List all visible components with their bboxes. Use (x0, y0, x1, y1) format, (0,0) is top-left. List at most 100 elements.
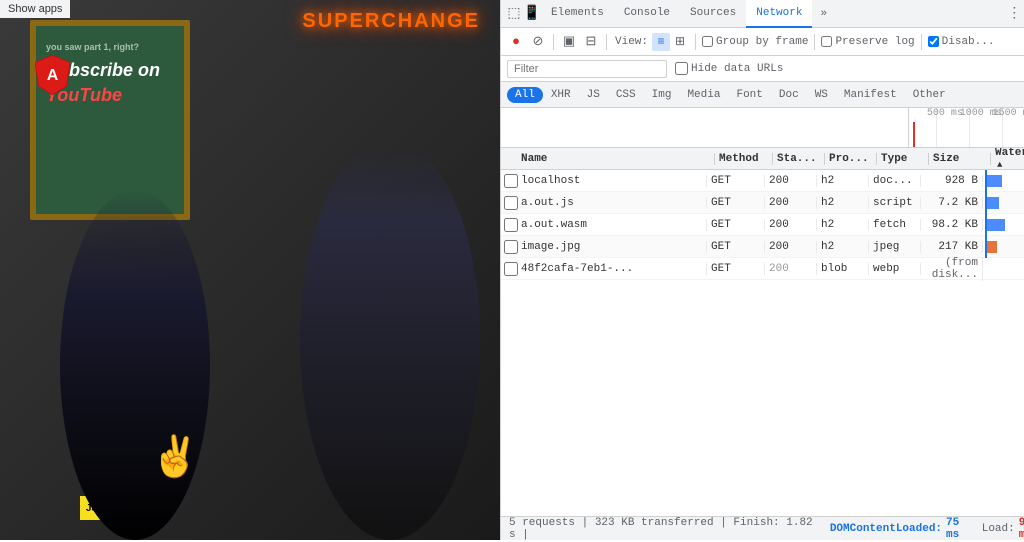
svg-text:A: A (47, 67, 58, 84)
devtools-tab-bar: ⬚ 📱 Elements Console Sources Network » ⋮… (501, 0, 1024, 28)
filter-icon[interactable]: ⊟ (582, 33, 600, 51)
cell-waterfall-0 (983, 170, 1024, 192)
stop-button[interactable]: ⊘ (529, 33, 547, 51)
cell-proto-4: blob (817, 263, 869, 275)
more-tabs-button[interactable]: » (814, 6, 833, 22)
table-row[interactable]: a.out.wasm GET 200 h2 fetch 98.2 KB (501, 214, 1024, 236)
row-checkbox-3[interactable] (504, 240, 518, 254)
disable-cache-input[interactable] (928, 36, 939, 47)
filter-input[interactable] (507, 60, 667, 78)
type-tab-doc[interactable]: Doc (771, 87, 807, 103)
group-by-frame-input[interactable] (702, 36, 713, 47)
camera-icon[interactable]: ▣ (560, 33, 578, 51)
status-bar: 5 requests | 323 KB transferred | Finish… (501, 516, 1024, 540)
cell-method-3: GET (707, 241, 765, 253)
cell-status-3: 200 (765, 241, 817, 253)
wf-bar-2 (987, 219, 1005, 231)
table-header: Name Method Sta... Pro... Type Size Wate… (501, 148, 1024, 170)
preserve-log-checkbox[interactable]: Preserve log (821, 36, 914, 48)
filter-row: Hide data URLs (501, 56, 1024, 82)
hide-data-urls-checkbox[interactable]: Hide data URLs (675, 62, 783, 75)
timeline-marker-500: 500 ms (927, 108, 963, 119)
type-tab-img[interactable]: Img (644, 87, 680, 103)
table-body: localhost GET 200 h2 doc... 928 B a.out.… (501, 170, 1024, 516)
row-checkbox-4[interactable] (504, 262, 518, 276)
cell-size-2: 98.2 KB (921, 219, 983, 231)
type-tab-font[interactable]: Font (728, 87, 770, 103)
cell-status-2: 200 (765, 219, 817, 231)
cell-name-0: localhost (521, 175, 707, 187)
cell-type-0: doc... (869, 175, 921, 187)
col-header-status[interactable]: Sta... (773, 153, 825, 165)
video-background: SUPERCHANGE you saw part 1, right? Subsc… (0, 0, 500, 540)
devtools-right-icons: ⋮ ✕ (1002, 2, 1024, 26)
timeline-marker-1500: 1500 ms (993, 108, 1024, 119)
row-checkbox-1[interactable] (504, 196, 518, 210)
load-label: Load: (982, 523, 1015, 535)
table-row[interactable]: image.jpg GET 200 h2 jpeg 217 KB (501, 236, 1024, 258)
angular-logo: A (35, 55, 70, 95)
type-tab-js[interactable]: JS (579, 87, 608, 103)
type-tab-other[interactable]: Other (905, 87, 954, 103)
cell-proto-1: h2 (817, 197, 869, 209)
cell-type-3: jpeg (869, 241, 921, 253)
table-row[interactable]: localhost GET 200 h2 doc... 928 B (501, 170, 1024, 192)
wf-bar-3 (987, 241, 997, 253)
tab-console[interactable]: Console (614, 0, 680, 28)
cell-waterfall-3 (983, 236, 1024, 258)
view-icons: ≡ ⊞ (652, 33, 689, 51)
col-header-size[interactable]: Size (929, 153, 991, 165)
type-tab-ws[interactable]: WS (807, 87, 836, 103)
row-checkbox-0[interactable] (504, 174, 518, 188)
cell-type-1: script (869, 197, 921, 209)
list-view-icon[interactable]: ≡ (652, 33, 670, 51)
hide-data-urls-input[interactable] (675, 62, 688, 75)
cell-size-0: 928 B (921, 175, 983, 187)
disable-cache-checkbox[interactable]: Disab... (928, 36, 995, 48)
tab-sources[interactable]: Sources (680, 0, 746, 28)
cell-method-1: GET (707, 197, 765, 209)
table-row[interactable]: 48f2cafa-7eb1-... GET 200 blob webp (fro… (501, 258, 1024, 280)
mobile-icon[interactable]: 📱 (523, 5, 541, 23)
dom-content-loaded-label[interactable]: DOMContentLoaded: (830, 523, 942, 535)
cell-type-4: webp (869, 263, 921, 275)
cell-name-3: image.jpg (521, 241, 707, 253)
col-header-method[interactable]: Method (715, 153, 773, 165)
type-tab-media[interactable]: Media (679, 87, 728, 103)
cell-status-1: 200 (765, 197, 817, 209)
wf-bar-1 (987, 197, 999, 209)
view-label: View: (615, 36, 648, 48)
inspector-icon[interactable]: ⬚ (505, 5, 523, 23)
col-header-waterfall[interactable]: Waterfall ▲ (991, 147, 1024, 171)
col-header-proto[interactable]: Pro... (825, 153, 877, 165)
tab-network[interactable]: Network (746, 0, 812, 28)
type-tab-xhr[interactable]: XHR (543, 87, 579, 103)
cell-name-1: a.out.js (521, 197, 707, 209)
neon-sign: SUPERCHANGE (302, 10, 480, 33)
network-toolbar: ● ⊘ ▣ ⊟ View: ≡ ⊞ Group by frame Preserv… (501, 28, 1024, 56)
show-apps-bar[interactable]: Show apps (0, 0, 70, 18)
settings-icon[interactable]: ⋮ (1002, 2, 1024, 26)
col-header-name[interactable]: Name (515, 153, 715, 165)
tab-elements[interactable]: Elements (541, 0, 614, 28)
table-row[interactable]: a.out.js GET 200 h2 script 7.2 KB (501, 192, 1024, 214)
cell-waterfall-2 (983, 214, 1024, 236)
row-checkbox-2[interactable] (504, 218, 518, 232)
cell-proto-3: h2 (817, 241, 869, 253)
cell-status-4: 200 (765, 263, 817, 275)
cell-name-2: a.out.wasm (521, 219, 707, 231)
record-button[interactable]: ● (507, 33, 525, 51)
type-tab-css[interactable]: CSS (608, 87, 644, 103)
type-tab-manifest[interactable]: Manifest (836, 87, 905, 103)
group-by-frame-checkbox[interactable]: Group by frame (702, 36, 808, 48)
group-view-icon[interactable]: ⊞ (671, 33, 689, 51)
type-tab-all[interactable]: All (507, 87, 543, 103)
cell-status-0: 200 (765, 175, 817, 187)
cell-size-4: (from disk... (921, 257, 983, 281)
requests-text: 5 requests | 323 KB transferred | Finish… (509, 517, 826, 541)
resource-type-tabs: All XHR JS CSS Img Media Font Doc WS Man… (501, 82, 1024, 108)
person-right-silhouette (300, 140, 480, 540)
cell-proto-0: h2 (817, 175, 869, 187)
preserve-log-input[interactable] (821, 36, 832, 47)
col-header-type[interactable]: Type (877, 153, 929, 165)
